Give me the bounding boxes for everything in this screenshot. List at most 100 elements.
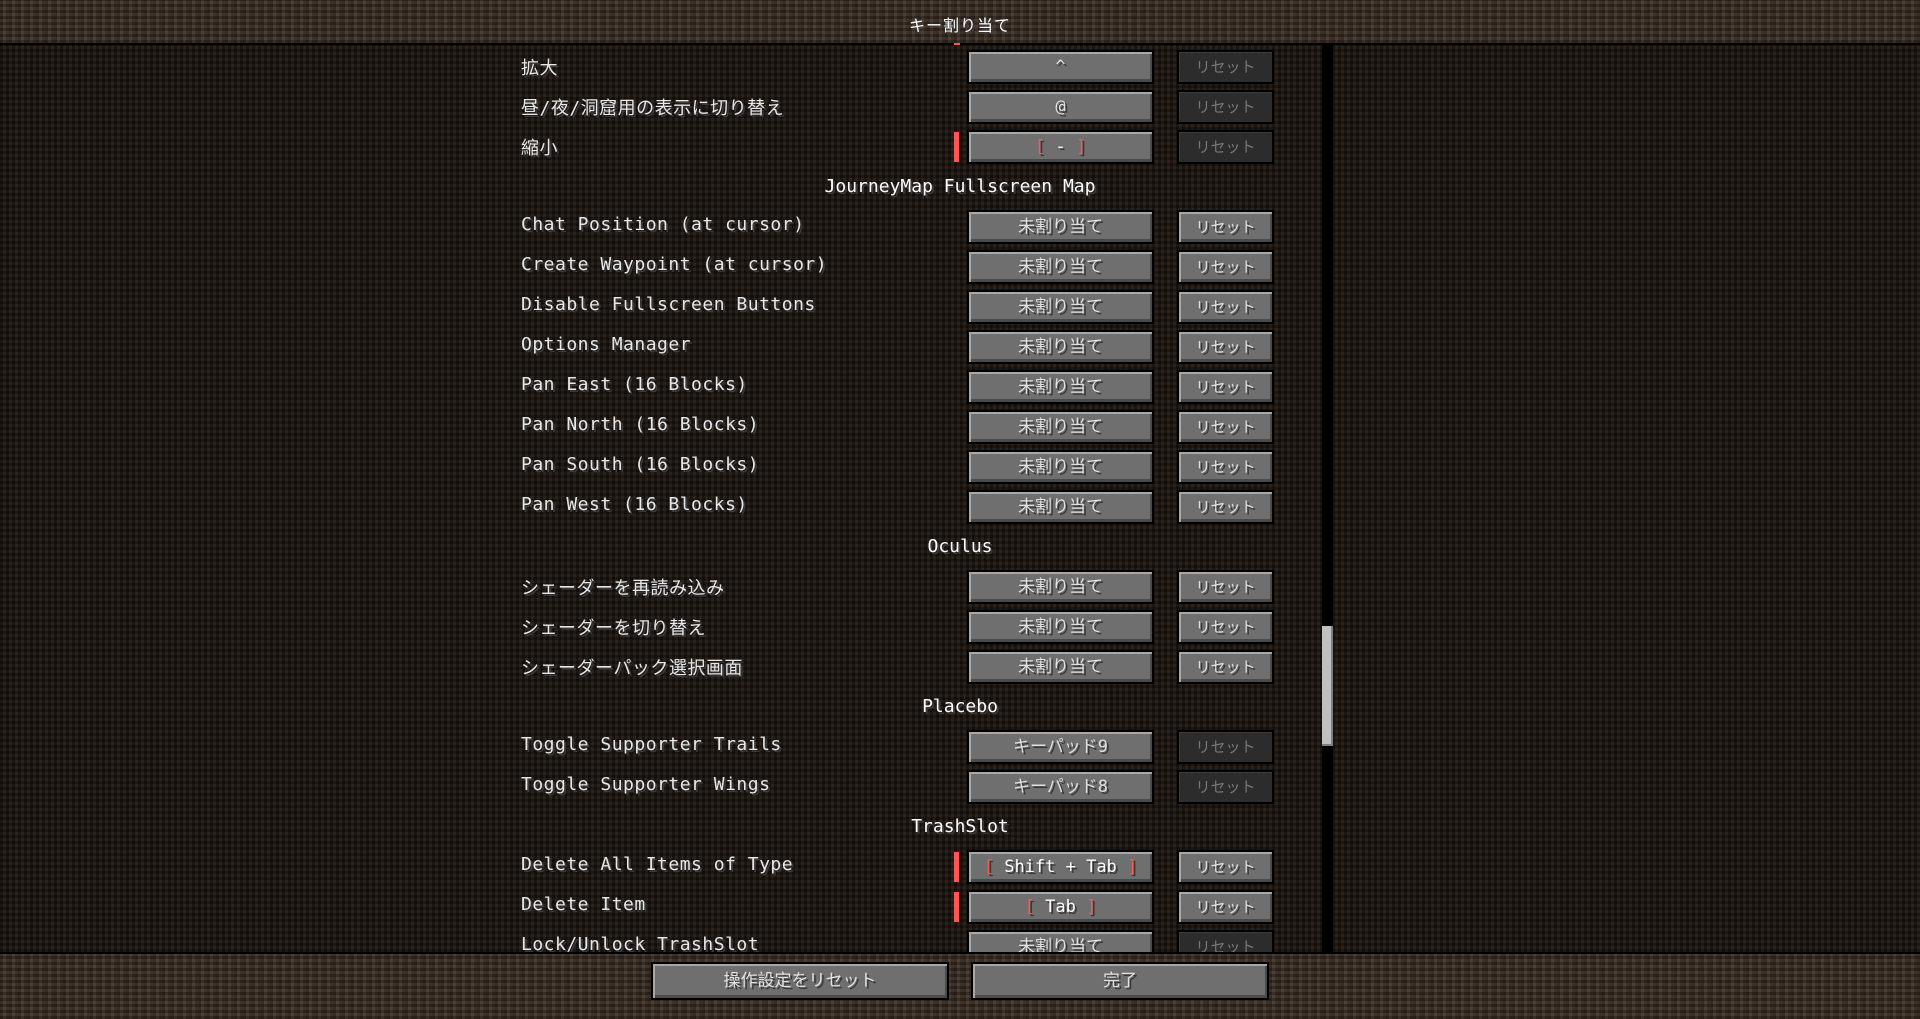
keybind-row: Options Manager 未割り当て リセット: [0, 330, 1920, 366]
keybind-list[interactable]: 拡大 ^ リセット 昼/夜/洞窟用の表示に切り替え @ リセット 縮小 [ - …: [0, 45, 1920, 952]
keybind-label: Toggle Supporter Trails: [521, 734, 782, 755]
keybind-row: Toggle Supporter Wings キーパッド8 リセット: [0, 770, 1920, 806]
keybind-label: 縮小: [521, 138, 558, 159]
conflict-indicator: [954, 132, 959, 162]
reset-button[interactable]: リセット: [1177, 930, 1274, 952]
reset-button[interactable]: リセット: [1177, 90, 1274, 124]
conflict-indicator: [954, 852, 959, 882]
key-button[interactable]: 未割り当て: [967, 370, 1154, 404]
scrollbar-thumb[interactable]: [1322, 626, 1333, 746]
key-button[interactable]: 未割り当て: [967, 210, 1154, 244]
bracket-close: ]: [1086, 897, 1097, 917]
reset-button[interactable]: リセット: [1177, 450, 1274, 484]
key-button[interactable]: [ - ]: [967, 130, 1154, 164]
reset-button[interactable]: リセット: [1177, 250, 1274, 284]
reset-button[interactable]: リセット: [1177, 730, 1274, 764]
key-button[interactable]: 未割り当て: [967, 610, 1154, 644]
footer-bar: [0, 952, 1920, 1019]
reset-button[interactable]: リセット: [1177, 290, 1274, 324]
reset-button[interactable]: リセット: [1177, 490, 1274, 524]
keybind-row: Disable Fullscreen Buttons 未割り当て リセット: [0, 290, 1920, 326]
scrollbar-track[interactable]: [1322, 45, 1333, 952]
category-header-placebo: Placebo: [922, 696, 998, 717]
keybind-label: シェーダーを再読み込み: [521, 578, 725, 599]
keybind-row: 拡大 ^ リセット: [0, 50, 1920, 86]
keybind-label: Delete Item: [521, 894, 646, 915]
reset-button[interactable]: リセット: [1177, 890, 1274, 924]
key-button[interactable]: ^: [967, 50, 1154, 84]
keybind-row: シェーダーを切り替え 未割り当て リセット: [0, 610, 1920, 646]
keybind-row: Chat Position (at cursor) 未割り当て リセット: [0, 210, 1920, 246]
keybind-label: Pan North (16 Blocks): [521, 414, 760, 435]
keybind-row: Delete Item [ Tab ] リセット: [0, 890, 1920, 926]
category-header-journeymap: JourneyMap Fullscreen Map: [824, 176, 1096, 197]
keybind-row: 縮小 [ - ] リセット: [0, 130, 1920, 166]
keybind-row: Toggle Supporter Trails キーパッド9 リセット: [0, 730, 1920, 766]
keybind-row: Pan East (16 Blocks) 未割り当て リセット: [0, 370, 1920, 406]
keybind-row: Pan North (16 Blocks) 未割り当て リセット: [0, 410, 1920, 446]
key-button[interactable]: 未割り当て: [967, 330, 1154, 364]
keybind-label: 昼/夜/洞窟用の表示に切り替え: [521, 98, 785, 119]
keybind-label: Options Manager: [521, 334, 692, 355]
reset-button[interactable]: リセット: [1177, 410, 1274, 444]
reset-button[interactable]: リセット: [1177, 770, 1274, 804]
reset-button[interactable]: リセット: [1177, 330, 1274, 364]
key-button[interactable]: 未割り当て: [967, 490, 1154, 524]
done-button[interactable]: 完了: [971, 962, 1269, 1000]
keybind-row: Pan South (16 Blocks) 未割り当て リセット: [0, 450, 1920, 486]
key-button[interactable]: [ Shift + Tab ]: [967, 850, 1154, 884]
keybind-row: Create Waypoint (at cursor) 未割り当て リセット: [0, 250, 1920, 286]
key-button[interactable]: キーパッド9: [967, 730, 1154, 764]
bracket-open: [: [983, 857, 994, 877]
keybind-row: Lock/Unlock TrashSlot 未割り当て リセット: [0, 930, 1920, 952]
reset-button[interactable]: リセット: [1177, 130, 1274, 164]
reset-button[interactable]: リセット: [1177, 370, 1274, 404]
keybind-row: Pan West (16 Blocks) 未割り当て リセット: [0, 490, 1920, 526]
bracket-close: ]: [1075, 137, 1087, 157]
reset-button[interactable]: リセット: [1177, 210, 1274, 244]
key-button[interactable]: 未割り当て: [967, 410, 1154, 444]
key-button[interactable]: 未割り当て: [967, 570, 1154, 604]
key-value: -: [1055, 137, 1066, 157]
bracket-close: ]: [1127, 857, 1138, 877]
keybind-label: Lock/Unlock TrashSlot: [521, 934, 760, 952]
keybind-label: 拡大: [521, 58, 558, 79]
reset-all-button[interactable]: 操作設定をリセット: [651, 962, 949, 1000]
keybind-label: Create Waypoint (at cursor): [521, 254, 828, 275]
keybind-label: Chat Position (at cursor): [521, 214, 805, 235]
reset-button[interactable]: リセット: [1177, 610, 1274, 644]
keybind-label: Disable Fullscreen Buttons: [521, 294, 816, 315]
key-value: Shift + Tab: [1004, 857, 1117, 877]
category-header-trashslot: TrashSlot: [911, 816, 1009, 837]
bracket-open: [: [1024, 897, 1035, 917]
key-button[interactable]: [ Tab ]: [967, 890, 1154, 924]
conflict-indicator: [954, 892, 959, 922]
screen-title: キー割り当て: [908, 16, 1011, 35]
key-button[interactable]: 未割り当て: [967, 450, 1154, 484]
keybind-row: 昼/夜/洞窟用の表示に切り替え @ リセット: [0, 90, 1920, 126]
key-button[interactable]: 未割り当て: [967, 290, 1154, 324]
key-button[interactable]: @: [967, 90, 1154, 124]
keybind-label: Toggle Supporter Wings: [521, 774, 771, 795]
key-button[interactable]: 未割り当て: [967, 250, 1154, 284]
header-bar: キー割り当て: [0, 0, 1920, 45]
reset-button[interactable]: リセット: [1177, 850, 1274, 884]
key-button[interactable]: キーパッド8: [967, 770, 1154, 804]
key-value: Tab: [1045, 897, 1076, 917]
bracket-open: [: [1034, 137, 1046, 157]
category-header-oculus: Oculus: [927, 536, 993, 557]
keybind-label: Pan West (16 Blocks): [521, 494, 748, 515]
reset-button[interactable]: リセット: [1177, 50, 1274, 84]
key-button[interactable]: 未割り当て: [967, 650, 1154, 684]
keybind-row: Delete All Items of Type [ Shift + Tab ]…: [0, 850, 1920, 886]
conflict-indicator-partial: [954, 43, 960, 45]
keybind-row: シェーダーパック選択画面 未割り当て リセット: [0, 650, 1920, 686]
keybind-row: シェーダーを再読み込み 未割り当て リセット: [0, 570, 1920, 606]
keybind-label: シェーダーを切り替え: [521, 618, 706, 639]
key-button[interactable]: 未割り当て: [967, 930, 1154, 952]
keybind-label: シェーダーパック選択画面: [521, 658, 743, 679]
keybind-label: Pan South (16 Blocks): [521, 454, 760, 475]
reset-button[interactable]: リセット: [1177, 570, 1274, 604]
keybind-label: Delete All Items of Type: [521, 854, 794, 875]
reset-button[interactable]: リセット: [1177, 650, 1274, 684]
